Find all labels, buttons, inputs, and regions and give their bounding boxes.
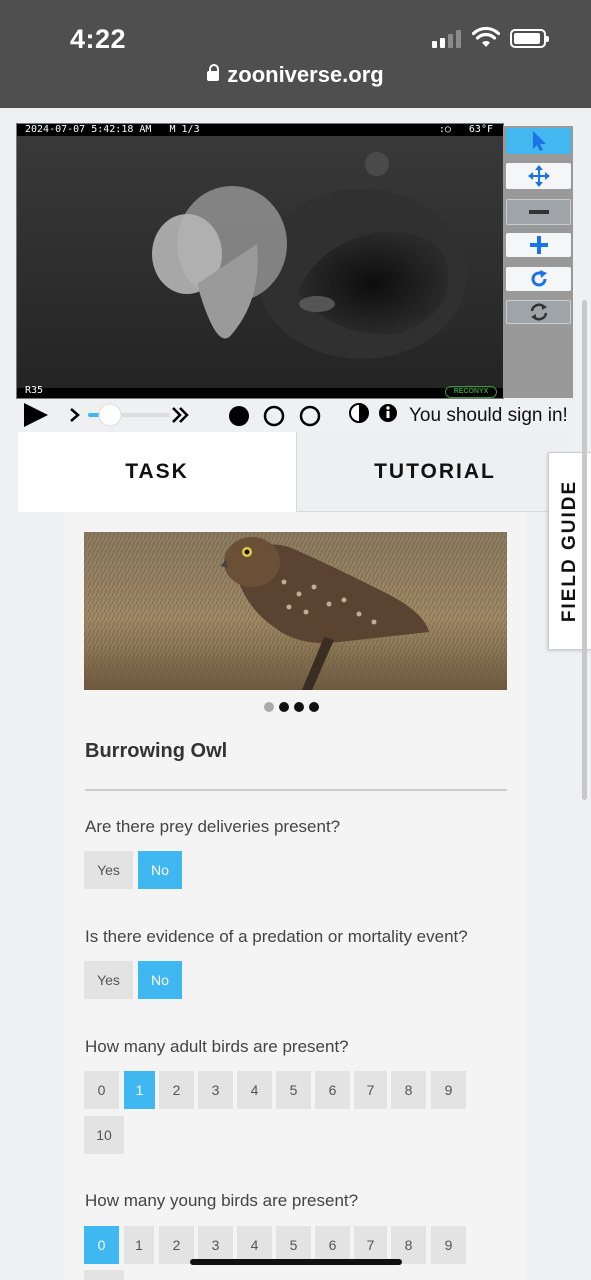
playback-speed-slider[interactable] (88, 403, 170, 427)
count-button[interactable]: 9 (431, 1071, 466, 1109)
count-button[interactable]: 2 (159, 1071, 194, 1109)
divider (85, 789, 507, 791)
browser-header: 4:22 zooniverse.org (0, 0, 591, 108)
task-tabs: TASK TUTORIAL (18, 432, 573, 512)
camera-info-bar: 2024-07-07 5:42:18 AM M 1/3:○ 63°F (17, 124, 503, 136)
sign-in-prompt[interactable]: You should sign in! (409, 405, 568, 427)
count-button[interactable]: 1 (124, 1071, 155, 1109)
count-button[interactable]: 4 (237, 1071, 272, 1109)
count-button[interactable]: 10 (84, 1116, 124, 1154)
zoom-out-icon (528, 210, 549, 214)
answer-yes-button[interactable]: Yes (84, 961, 133, 999)
reset-icon (530, 303, 547, 321)
camera-id: R35 (25, 385, 44, 396)
count-button[interactable]: 9 (431, 1226, 466, 1264)
move-tool-button[interactable] (506, 163, 571, 189)
play-icon[interactable] (24, 403, 48, 427)
url-bar[interactable]: zooniverse.org (0, 62, 591, 88)
count-button[interactable]: 7 (354, 1071, 387, 1109)
rotate-button[interactable] (506, 267, 571, 291)
contrast-icon[interactable] (349, 403, 369, 423)
species-photo[interactable] (84, 532, 507, 690)
home-indicator[interactable] (190, 1259, 402, 1265)
count-button[interactable]: 1 (124, 1226, 154, 1264)
camera-brand-logo: RECONYX (445, 386, 497, 398)
camera-timestamp: 2024-07-07 5:42:18 AM (25, 124, 152, 135)
zoom-out-button[interactable] (506, 199, 571, 225)
count-button[interactable]: 0 (84, 1071, 119, 1109)
step-forward-icon[interactable] (70, 408, 80, 422)
camera-temperature: 63°F (468, 124, 493, 135)
camera-frame: M 1/3 (169, 124, 200, 135)
count-button[interactable]: 5 (276, 1071, 311, 1109)
count-button[interactable]: 8 (391, 1071, 426, 1109)
subject-image[interactable]: 2024-07-07 5:42:18 AM M 1/3:○ 63°F R35 RE… (16, 123, 504, 399)
tab-task[interactable]: TASK (18, 432, 296, 512)
question-prey-deliveries: Are there prey deliveries present? (85, 817, 341, 836)
carousel-dot[interactable] (294, 702, 304, 712)
carousel-dot[interactable] (279, 702, 289, 712)
answer-no-button[interactable]: No (138, 851, 182, 889)
rotate-icon (531, 270, 547, 287)
carousel-dot[interactable] (264, 702, 274, 712)
camera-photo (17, 124, 503, 398)
zoom-in-icon (529, 236, 548, 254)
question-young-birds: How many young birds are present? (85, 1191, 359, 1210)
zoom-in-button[interactable] (506, 233, 571, 257)
image-toolbox (503, 126, 573, 398)
frame-dot-3-icon[interactable] (299, 405, 321, 427)
pointer-tool-button[interactable] (506, 128, 571, 154)
pointer-icon (532, 131, 546, 151)
fast-forward-icon[interactable] (172, 407, 189, 423)
reset-button[interactable] (506, 300, 571, 324)
cell-signal-icon (432, 30, 461, 48)
field-guide-label: FIELD GUIDE (559, 479, 580, 623)
url-text: zooniverse.org (227, 62, 384, 87)
count-button[interactable]: 3 (198, 1071, 233, 1109)
count-button[interactable]: 2 (159, 1226, 194, 1264)
carousel-dot[interactable] (309, 702, 319, 712)
battery-icon (510, 29, 549, 48)
move-icon (527, 165, 550, 187)
count-button[interactable]: 6 (315, 1071, 350, 1109)
lock-icon (207, 64, 220, 81)
info-icon[interactable] (379, 404, 397, 422)
count-button-partial[interactable] (84, 1270, 124, 1280)
answer-yes-button[interactable]: Yes (84, 851, 133, 889)
answer-no-button[interactable]: No (138, 961, 182, 999)
frame-dot-2-icon[interactable] (263, 405, 285, 427)
frame-dot-1-icon[interactable] (229, 406, 249, 426)
species-name: Burrowing Owl (85, 740, 228, 762)
question-predation-event: Is there evidence of a predation or mort… (85, 927, 468, 946)
status-time: 4:22 (70, 24, 127, 54)
scrollbar[interactable] (582, 300, 587, 800)
count-button[interactable]: 0 (84, 1226, 119, 1264)
wifi-icon (472, 26, 500, 47)
tab-tutorial[interactable]: TUTORIAL (296, 432, 573, 512)
carousel-dots[interactable] (264, 702, 319, 712)
question-adult-birds: How many adult birds are present? (85, 1037, 349, 1056)
